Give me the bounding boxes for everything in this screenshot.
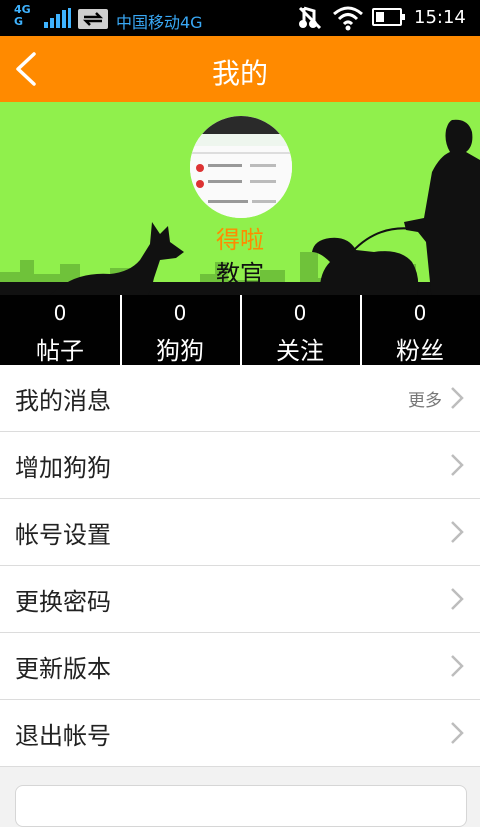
settings-menu: 我的消息 更多 增加狗狗 帐号设置 更换密码 更新版本 退出帐号	[0, 365, 480, 767]
chevron-right-icon	[451, 588, 464, 610]
menu-item-add-dog[interactable]: 增加狗狗	[0, 432, 480, 499]
menu-item-change-password[interactable]: 更换密码	[0, 566, 480, 633]
menu-item-label: 增加狗狗	[15, 454, 111, 482]
stat-dogs[interactable]: 0 狗狗	[120, 295, 240, 366]
user-rank: 教官	[216, 260, 264, 288]
stat-following-count: 0	[293, 301, 307, 325]
stat-following[interactable]: 0 关注	[240, 295, 360, 366]
menu-item-label: 帐号设置	[15, 521, 111, 549]
stat-posts[interactable]: 0 帖子	[0, 295, 120, 366]
stat-dogs-label: 狗狗	[156, 337, 204, 365]
menu-item-account-settings[interactable]: 帐号设置	[0, 499, 480, 566]
data-transfer-icon	[78, 9, 108, 29]
chevron-right-icon	[451, 722, 464, 744]
clock: 15:14	[414, 7, 466, 28]
stat-following-label: 关注	[276, 337, 324, 365]
menu-item-label: 退出帐号	[15, 722, 111, 750]
network-type-label-2: G	[14, 15, 24, 28]
stat-followers[interactable]: 0 粉丝	[360, 295, 480, 366]
battery-icon	[372, 8, 405, 26]
menu-item-label: 我的消息	[15, 387, 111, 415]
stat-followers-label: 粉丝	[396, 337, 444, 365]
mute-icon	[298, 6, 322, 30]
chevron-right-icon	[451, 655, 464, 677]
carrier-label: 中国移动4G	[116, 13, 203, 32]
menu-item-logout[interactable]: 退出帐号	[0, 700, 480, 767]
avatar-image	[190, 116, 292, 218]
menu-item-label: 更换密码	[15, 588, 111, 616]
menu-item-messages[interactable]: 我的消息 更多	[0, 365, 480, 432]
stat-dogs-count: 0	[173, 301, 187, 325]
chevron-right-icon	[451, 454, 464, 476]
title-bar: 我的	[0, 36, 480, 102]
stat-followers-count: 0	[413, 301, 427, 325]
menu-item-label: 更新版本	[15, 655, 111, 683]
profile-header: 得啦 教官 0 帖子 0 狗狗 0 关注 0 粉丝	[0, 102, 480, 366]
signal-icon	[44, 8, 71, 28]
network-type-indicator: 4G G	[14, 4, 31, 28]
bottom-panel	[15, 785, 467, 827]
stat-posts-label: 帖子	[36, 337, 84, 365]
username: 得啦	[216, 226, 264, 254]
status-bar: 4G G 中国移动4G 15:14	[0, 0, 480, 36]
stats-bar: 0 帖子 0 狗狗 0 关注 0 粉丝	[0, 295, 480, 366]
chevron-right-icon	[451, 521, 464, 543]
chevron-right-icon	[451, 387, 464, 409]
page-title: 我的	[211, 57, 268, 90]
menu-item-update-version[interactable]: 更新版本	[0, 633, 480, 700]
avatar[interactable]	[190, 116, 292, 218]
more-label: 更多	[408, 391, 442, 411]
stat-posts-count: 0	[53, 301, 67, 325]
wifi-icon	[333, 6, 363, 31]
